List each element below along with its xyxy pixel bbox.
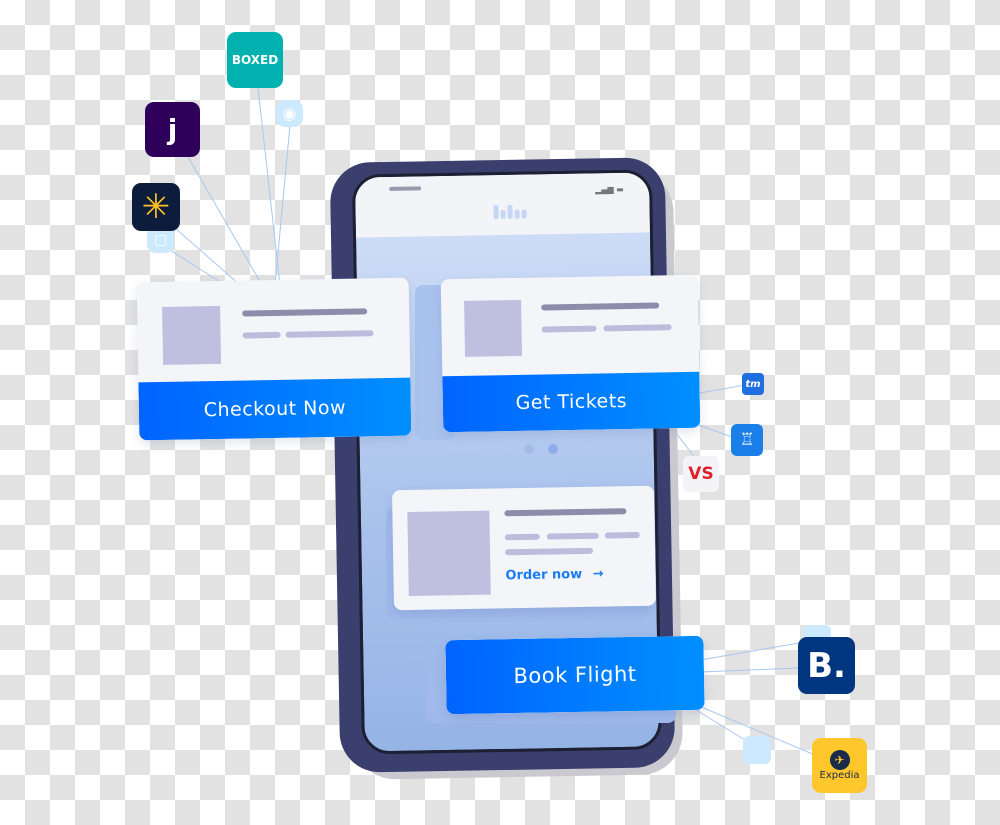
target-placeholder-icon: ◉ (276, 100, 303, 127)
signal-battery-icon: ▂▄▆ ▬ (595, 184, 624, 195)
booking-logo-icon[interactable]: B. (798, 637, 855, 694)
checkout-card: Checkout Now (136, 277, 412, 441)
order-card: Order now → (391, 485, 657, 611)
boxed-logo-icon[interactable]: BOXED (227, 32, 283, 88)
text-placeholder (603, 324, 672, 332)
checkout-now-button[interactable]: Checkout Now (138, 377, 412, 441)
text-placeholder (604, 531, 640, 539)
jet-logo-icon[interactable]: j (145, 102, 200, 157)
ticketmaster-logo-icon[interactable]: tm (742, 373, 764, 395)
title-placeholder (504, 508, 627, 517)
app-logo (493, 204, 527, 220)
arrow-right-icon: → (592, 566, 604, 582)
ticketmaster-logo-text: tm (745, 378, 761, 390)
plane-icon: ✈ (829, 750, 850, 770)
text-placeholder (504, 533, 540, 541)
vividseats-logo-icon[interactable]: VS (683, 456, 719, 492)
carousel-dot[interactable] (524, 444, 534, 454)
order-now-link[interactable]: Order now → (505, 567, 603, 584)
text-placeholder (285, 330, 374, 338)
event-thumbnail (464, 299, 523, 357)
text-placeholder (541, 325, 597, 333)
vividseats-logo-text: VS (688, 464, 714, 484)
get-tickets-button[interactable]: Get Tickets (442, 371, 701, 433)
placeholder-tile (743, 736, 771, 764)
title-placeholder (541, 302, 660, 311)
text-placeholder (546, 532, 599, 540)
tickets-card: Get Tickets (440, 274, 701, 433)
booking-logo-text: B. (807, 645, 846, 686)
expedia-logo-text: Expedia (819, 770, 860, 781)
speaker (389, 186, 422, 191)
carousel-dot-active[interactable] (548, 444, 558, 454)
boxed-logo-text: BOXED (231, 53, 279, 67)
title-placeholder (242, 308, 368, 317)
flight-card: Book Flight (445, 635, 705, 715)
book-flight-button[interactable]: Book Flight (445, 635, 705, 715)
walmart-spark-icon[interactable]: ✳ (132, 183, 180, 231)
jet-logo-text: j (167, 113, 178, 146)
seatgeek-logo-icon[interactable]: ♖ (731, 424, 763, 456)
product-thumbnail (162, 305, 222, 365)
product-thumbnail (407, 510, 491, 597)
order-now-label: Order now (505, 566, 583, 584)
expedia-logo-icon[interactable]: ✈ Expedia (812, 738, 867, 793)
text-placeholder (505, 547, 594, 556)
text-placeholder (242, 331, 281, 339)
status-bar: ▂▄▆ ▬ (354, 172, 650, 238)
